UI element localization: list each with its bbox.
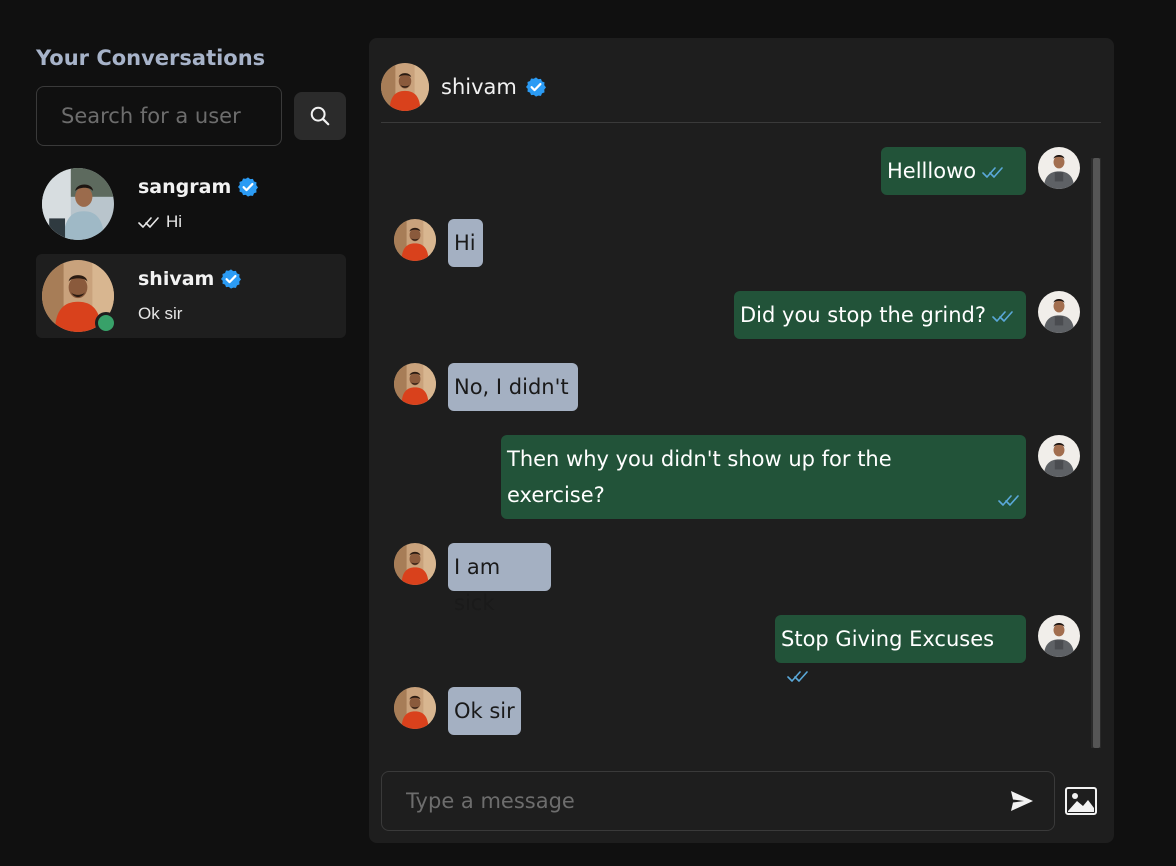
conversation-name-text: shivam [138,268,215,290]
search-button[interactable] [294,92,346,140]
message-list[interactable]: Helllowo Hi Did you stop the grind? No, … [369,38,1114,843]
incoming-message: No, I didn't [448,363,578,411]
contact-avatar-small [394,363,436,405]
outgoing-message: Stop Giving Excuses [775,615,1026,682]
chat-panel: shivam Helllowo Hi Did you stop the grin… [369,38,1114,843]
verified-badge-icon [220,268,243,290]
send-icon [1011,791,1033,811]
double-check-icon [992,311,1013,322]
message-text: Did you stop the grind? [740,303,987,327]
incoming-message: I am sick [448,543,551,615]
last-message: Hi [138,212,182,232]
message-text: Then why you didn't show up for the exer… [507,447,892,507]
outgoing-message: Helllowo [881,147,1026,195]
message-text: Helllowo [887,159,977,183]
conversation-item-sangram[interactable]: sangram Hi [36,162,346,246]
image-icon [1065,787,1097,815]
send-button[interactable] [1008,788,1036,814]
contact-avatar-small [394,219,436,261]
last-message-text: Ok sir [138,304,183,323]
message-text: Hi [454,231,476,255]
incoming-message: Hi [448,219,483,267]
message-text: No, I didn't [454,375,569,399]
my-avatar [1038,615,1080,657]
online-status-dot [95,312,117,334]
outgoing-message: Then why you didn't show up for the exer… [501,435,1026,519]
avatar [42,168,114,240]
conversations-sidebar: Your Conversations sangram Hi shi [36,44,346,338]
conversation-item-shivam[interactable]: shivam Ok sir [36,254,346,338]
last-message-text: Hi [166,212,183,231]
incoming-message: Ok sir [448,687,521,735]
my-avatar [1038,291,1080,333]
user-search-bar [36,86,346,146]
double-check-icon [998,495,1019,506]
double-check-icon [787,671,808,682]
conversation-name-text: sangram [138,176,232,198]
verified-badge-icon [237,176,260,198]
search-icon [310,106,330,126]
conversation-name: sangram [138,176,260,198]
my-avatar [1038,435,1080,477]
scrollbar-thumb[interactable] [1093,158,1100,748]
message-input[interactable] [382,772,992,830]
contact-avatar-small [394,543,436,585]
attach-image-button[interactable] [1065,786,1097,816]
message-text: Ok sir [454,699,515,723]
outgoing-message: Did you stop the grind? [734,291,1026,339]
message-text: Stop Giving Excuses [781,627,995,651]
search-input[interactable] [36,86,282,146]
double-check-icon [982,167,1003,178]
double-check-icon [138,217,159,228]
conversation-name: shivam [138,268,243,290]
message-composer [381,771,1055,831]
contact-avatar-small [394,687,436,729]
conversations-heading: Your Conversations [36,46,266,70]
last-message: Ok sir [138,304,182,324]
message-text: I am sick [454,555,501,615]
my-avatar [1038,147,1080,189]
